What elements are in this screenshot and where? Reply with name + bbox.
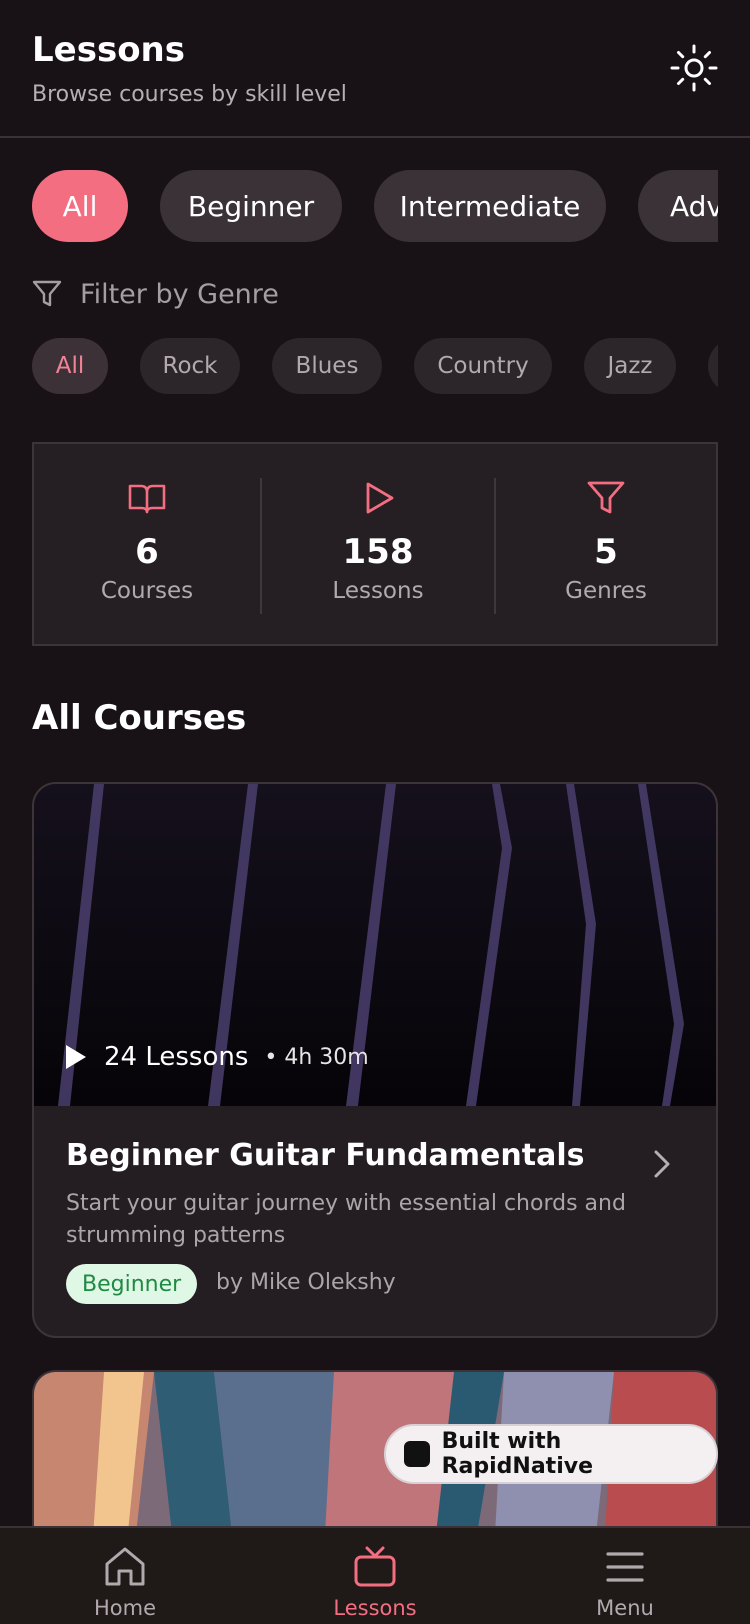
course-lesson-count: 24 Lessons bbox=[104, 1042, 249, 1072]
stat-lessons-label: Lessons bbox=[332, 578, 424, 604]
tab-home[interactable]: Home bbox=[0, 1528, 250, 1624]
stat-lessons: 158 Lessons bbox=[262, 444, 494, 644]
genre-pill-rock[interactable]: Rock bbox=[140, 338, 240, 394]
course-duration: • 4h 30m bbox=[264, 1044, 369, 1070]
play-icon bbox=[66, 1045, 86, 1069]
book-icon bbox=[128, 484, 166, 514]
filter-icon bbox=[587, 481, 625, 514]
stat-courses-value: 6 bbox=[135, 532, 159, 572]
app-header: Lessons Browse courses by skill level bbox=[0, 0, 750, 138]
genre-pill-country[interactable]: Country bbox=[414, 338, 552, 394]
menu-icon bbox=[606, 1552, 644, 1582]
course-title: Beginner Guitar Fundamentals bbox=[66, 1138, 585, 1173]
level-badge: Beginner bbox=[66, 1264, 198, 1304]
genre-filter-label: Filter by Genre bbox=[80, 278, 279, 310]
genre-pill-jazz[interactable]: Jazz bbox=[584, 338, 676, 394]
course-author: by Mike Olekshy bbox=[216, 1270, 396, 1295]
rapidnative-logo-icon bbox=[404, 1441, 430, 1467]
bottom-tab-bar: Home Lessons Menu bbox=[0, 1526, 750, 1624]
genre-pill-all[interactable]: All bbox=[32, 338, 108, 394]
filter-icon bbox=[32, 280, 62, 307]
course-card[interactable]: 24 Lessons • 4h 30m Beginner Guitar Fund… bbox=[32, 782, 718, 1338]
genre-pill-blues[interactable]: Blues bbox=[272, 338, 382, 394]
genre-pill-more[interactable] bbox=[708, 338, 718, 394]
stat-genres: 5 Genres bbox=[496, 444, 716, 644]
tab-home-label: Home bbox=[93, 1596, 156, 1620]
sun-icon bbox=[670, 44, 718, 92]
stat-lessons-value: 158 bbox=[342, 532, 414, 572]
home-icon bbox=[105, 1547, 145, 1586]
theme-toggle-button[interactable] bbox=[668, 42, 720, 94]
stats-summary: 6 Courses 158 Lessons 5 Genres bbox=[32, 442, 718, 646]
page-title: Lessons bbox=[32, 30, 185, 70]
chevron-right-icon bbox=[654, 1150, 670, 1178]
genre-filter-header: Filter by Genre bbox=[32, 276, 279, 312]
tv-icon bbox=[354, 1546, 396, 1587]
stat-genres-label: Genres bbox=[565, 578, 647, 604]
tab-menu-label: Menu bbox=[596, 1596, 654, 1620]
stat-courses-label: Courses bbox=[100, 578, 194, 604]
course-meta: 24 Lessons • 4h 30m bbox=[64, 1042, 369, 1072]
tab-menu[interactable]: Menu bbox=[500, 1528, 750, 1624]
level-pill-advanced[interactable]: Adv bbox=[638, 170, 718, 242]
section-title: All Courses bbox=[32, 698, 247, 738]
tab-lessons-label: Lessons bbox=[333, 1596, 417, 1620]
level-pill-beginner[interactable]: Beginner bbox=[160, 170, 342, 242]
stat-courses: 6 Courses bbox=[34, 444, 260, 644]
built-with-label: Built with RapidNative bbox=[441, 1429, 593, 1479]
stat-genres-value: 5 bbox=[594, 532, 618, 572]
built-with-badge[interactable]: Built with RapidNative bbox=[384, 1424, 718, 1484]
level-pill-intermediate[interactable]: Intermediate bbox=[374, 170, 606, 242]
tab-lessons[interactable]: Lessons bbox=[250, 1528, 500, 1624]
course-description: Start your guitar journey with essential… bbox=[66, 1191, 626, 1248]
level-filter-row: All Beginner Intermediate Adv bbox=[32, 170, 718, 242]
genre-filter-row: All Rock Blues Country Jazz bbox=[32, 338, 718, 394]
play-icon bbox=[366, 482, 394, 514]
page-subtitle: Browse courses by skill level bbox=[32, 82, 347, 107]
level-pill-all[interactable]: All bbox=[32, 170, 128, 242]
